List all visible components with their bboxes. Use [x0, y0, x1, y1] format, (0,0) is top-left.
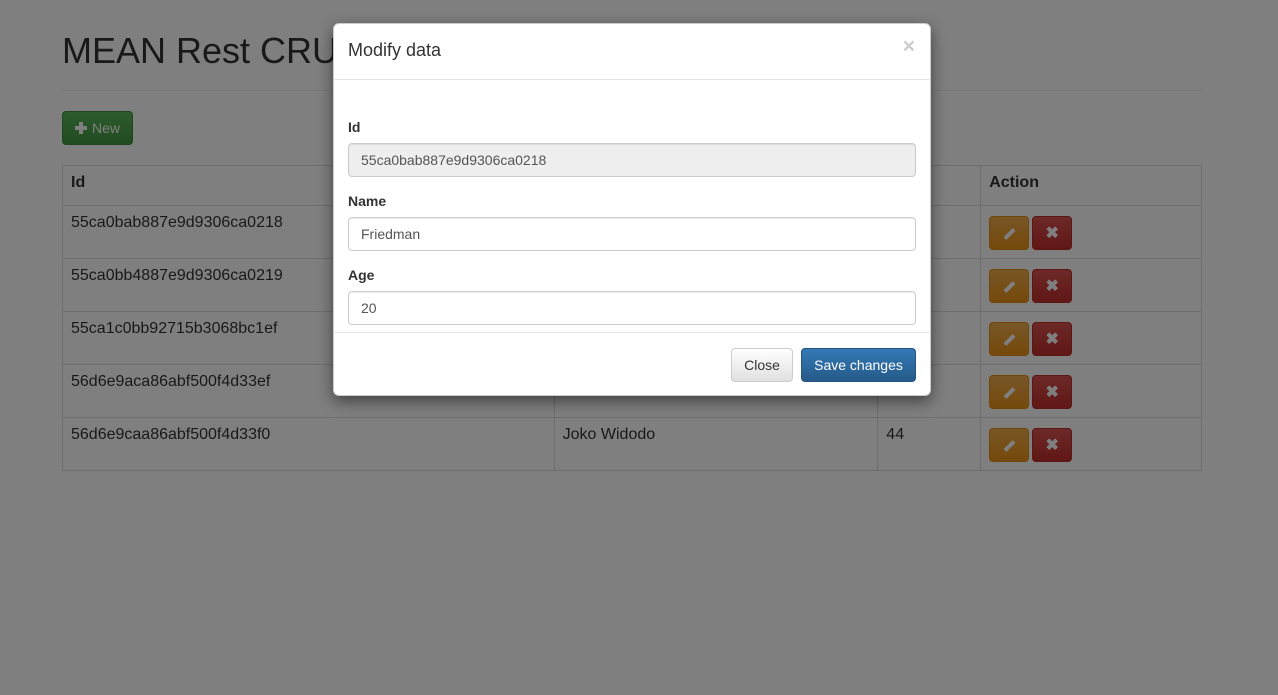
id-label: Id: [348, 119, 361, 135]
close-button[interactable]: Close: [731, 348, 793, 382]
save-changes-button[interactable]: Save changes: [801, 348, 916, 382]
age-label: Age: [348, 267, 375, 283]
id-field[interactable]: [348, 143, 916, 177]
name-field[interactable]: [348, 217, 916, 251]
modify-data-modal: Modify data × Id Name Age Close Save cha…: [333, 23, 931, 396]
modal-footer: Close Save changes: [334, 332, 930, 397]
age-field[interactable]: [348, 291, 916, 325]
modal-header: Modify data ×: [334, 24, 930, 80]
name-label: Name: [348, 193, 387, 209]
modal-title: Modify data: [348, 40, 442, 60]
page: MEAN Rest CRUD New Id Action 55ca0bab887…: [0, 0, 1278, 695]
close-icon[interactable]: ×: [903, 36, 915, 57]
